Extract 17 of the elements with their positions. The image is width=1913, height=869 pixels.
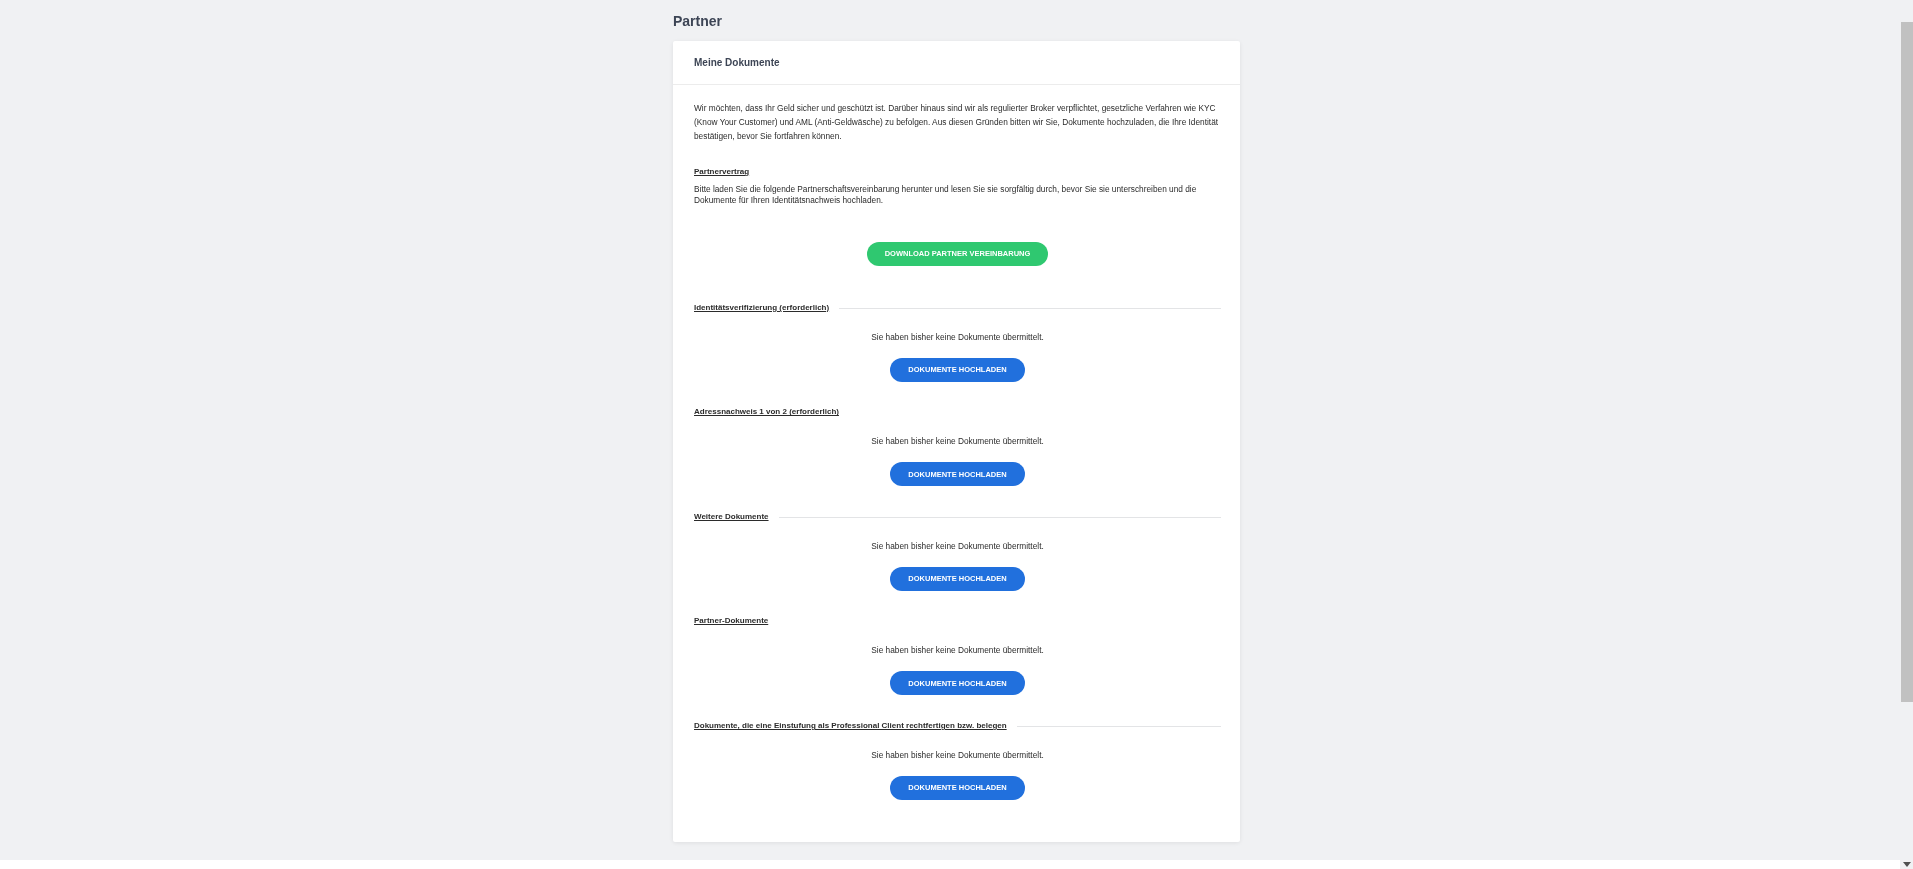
intro-paragraph: Wir möchten, dass Ihr Geld sicher und geschützt ist. Darüber hinaus sind wir als regulierter Broker verpflichtet, gesetzliche Verfahren wie KYC (Know Your Customer) und AML (Anti-Geldwäsche) zu befolgen. Aus diesen Gründen bitten wir Sie, Dokumente hochzuladen, die Ihre Identität bestätigen, bevor Sie fortfahren können. [694,102,1220,143]
status-text: Sie haben bisher keine Dokumente übermittelt. [870,749,1045,761]
section-heading: Partner-Dokumente [694,615,769,628]
status-text: Sie haben bisher keine Dokumente übermittelt. [870,331,1045,343]
section-heading: Weitere Dokumente [694,511,769,523]
page-title: Partner [673,12,724,31]
scroll-down-arrow-icon[interactable] [1902,862,1911,867]
status-text: Sie haben bisher keine Dokumente übermittelt. [870,435,1045,448]
section-heading: Adressnachweis 1 von 2 (erforderlich) [694,406,839,419]
status-text: Sie haben bisher keine Dokumente übermittelt. [870,540,1045,552]
status-text: Sie haben bisher keine Dokumente übermittelt. [870,644,1045,657]
section-heading: Dokumente, die eine Einstufung als Professional Client rechtfertigen bzw. belegen [694,720,1007,732]
scrollbar-thumb[interactable] [1901,22,1913,702]
section-heading: Partnervertrag [694,166,751,178]
agreement-paragraph: Bitte laden Sie die folgende Partnerschaftsvereinbarung herunter und lesen Sie sie sorgfältig durch, bevor Sie sie unterschreiben und die Dokumente für Ihren Identitätsnachweis hochladen. [694,184,1198,207]
section-heading: Identitätsverifizierung (erforderlich) [694,302,830,314]
card-title: Meine Dokumente [694,55,780,70]
